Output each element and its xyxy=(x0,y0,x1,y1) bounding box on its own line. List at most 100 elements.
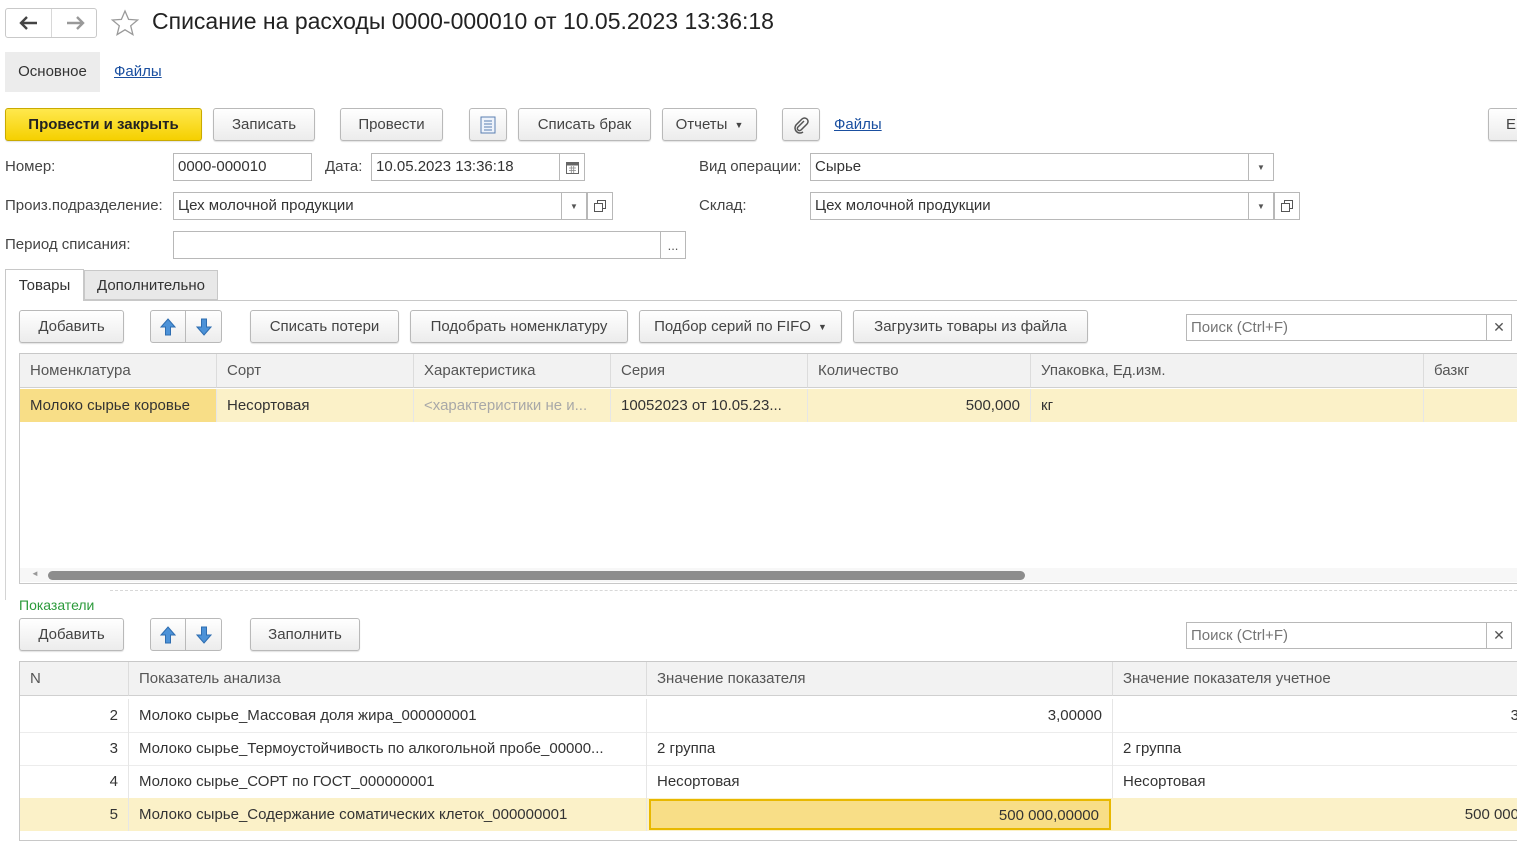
ind-cell-n[interactable]: 3 xyxy=(20,732,129,765)
indicators-search-clear-button[interactable]: ✕ xyxy=(1486,622,1512,649)
table-row[interactable]: 5 Молоко сырье_Содержание соматических к… xyxy=(20,798,1517,831)
ind-cell-n[interactable]: 5 xyxy=(20,798,129,831)
post-button[interactable]: Провести xyxy=(340,108,443,141)
warehouse-open-button[interactable] xyxy=(1274,192,1300,220)
ind-cell-value[interactable]: 2 группа xyxy=(647,732,1113,765)
goods-col-nomenclature[interactable]: Номенклатура xyxy=(20,354,217,388)
ind-cell-value-accounting[interactable]: 2 группа xyxy=(1113,732,1517,765)
ind-col-indicator[interactable]: Показатель анализа xyxy=(129,662,647,696)
operation-select[interactable]: Сырье xyxy=(810,153,1249,181)
goods-cell-unit[interactable]: кг xyxy=(1031,389,1424,422)
date-field[interactable]: 10.05.2023 13:36:18 xyxy=(371,153,560,181)
ind-cell-value[interactable]: 3,00000 xyxy=(647,699,1113,732)
warehouse-label: Склад: xyxy=(699,197,747,214)
tab-main[interactable]: Основное xyxy=(5,52,100,92)
indicators-search-input[interactable] xyxy=(1186,622,1487,649)
indicators-divider xyxy=(110,590,1517,591)
goods-cell-quantity[interactable]: 500,000 xyxy=(808,389,1031,422)
move-down-button[interactable] xyxy=(186,310,222,343)
write-off-losses-button[interactable]: Списать потери xyxy=(250,310,399,343)
ind-cell-indicator[interactable]: Молоко сырье_Содержание соматических кле… xyxy=(129,798,647,831)
ind-cell-value-accounting[interactable]: 3 xyxy=(1113,699,1517,732)
ind-cell-indicator[interactable]: Молоко сырье_СОРТ по ГОСТ_000000001 xyxy=(129,765,647,798)
table-row[interactable]: Молоко сырье коровье Несортовая <характе… xyxy=(20,389,1517,422)
arrow-up-icon xyxy=(160,625,176,643)
table-row[interactable]: 3 Молоко сырье_Термоустойчивость по алко… xyxy=(20,732,1517,766)
horizontal-scrollbar[interactable]: ◄ xyxy=(20,568,1517,582)
indicators-add-button[interactable]: Добавить xyxy=(19,618,124,651)
ind-cell-indicator[interactable]: Молоко сырье_Термоустойчивость по алкого… xyxy=(129,732,647,765)
reports-label: Отчеты xyxy=(675,116,728,133)
ind-col-value[interactable]: Значение показателя xyxy=(647,662,1113,696)
goods-col-unit[interactable]: Упаковка, Ед.изм. xyxy=(1031,354,1424,388)
tab-files[interactable]: Файлы xyxy=(114,63,162,80)
ind-col-value-accounting[interactable]: Значение показателя учетное xyxy=(1113,662,1517,696)
goods-add-button[interactable]: Добавить xyxy=(19,310,124,343)
favorite-star-icon[interactable] xyxy=(110,9,140,37)
scroll-left-icon[interactable]: ◄ xyxy=(31,569,39,578)
tab-goods[interactable]: Товары xyxy=(5,269,84,301)
goods-cell-characteristic[interactable]: <характеристики не и... xyxy=(414,389,611,422)
ind-cell-value-accounting[interactable]: 500 000 xyxy=(1113,798,1517,831)
chevron-down-icon: ▼ xyxy=(734,119,744,130)
warehouse-dropdown-button[interactable]: ▼ xyxy=(1248,192,1274,220)
goods-col-base-kg[interactable]: базкг xyxy=(1424,354,1517,388)
goods-search-input[interactable] xyxy=(1186,314,1487,341)
ind-cell-n[interactable]: 4 xyxy=(20,765,129,798)
move-up-button[interactable] xyxy=(150,310,186,343)
warehouse-field[interactable]: Цех молочной продукции xyxy=(810,192,1249,220)
table-row[interactable]: 4 Молоко сырье_СОРТ по ГОСТ_000000001 Не… xyxy=(20,765,1517,799)
scrollbar-thumb[interactable] xyxy=(48,571,1025,580)
dept-open-button[interactable] xyxy=(587,192,613,220)
list-button[interactable] xyxy=(469,108,507,141)
dept-dropdown-button[interactable]: ▼ xyxy=(561,192,587,220)
table-row[interactable]: 2 Молоко сырье_Массовая доля жира_000000… xyxy=(20,699,1517,733)
tab-extra[interactable]: Дополнительно xyxy=(84,270,218,300)
fifo-dropdown[interactable]: Подбор серий по FIFO ▼ xyxy=(639,310,842,343)
number-field[interactable]: 0000-000010 xyxy=(173,153,312,181)
save-button[interactable]: Записать xyxy=(213,108,315,141)
ind-cell-value[interactable]: 500 000,00000 xyxy=(649,799,1111,830)
goods-cell-nomenclature[interactable]: Молоко сырье коровье xyxy=(20,389,217,422)
indicators-move-up-button[interactable] xyxy=(150,618,186,651)
pick-nomenclature-button[interactable]: Подобрать номенклатуру xyxy=(410,310,628,343)
reports-dropdown[interactable]: Отчеты ▼ xyxy=(662,108,757,141)
ind-cell-value[interactable]: Несортовая xyxy=(647,765,1113,798)
forward-button[interactable] xyxy=(52,9,97,37)
files-link[interactable]: Файлы xyxy=(834,116,882,133)
indicators-move-down-button[interactable] xyxy=(186,618,222,651)
ind-col-n[interactable]: N xyxy=(20,662,129,696)
page-title: Списание на расходы 0000-000010 от 10.05… xyxy=(152,8,774,34)
goods-cell-base-kg[interactable] xyxy=(1424,389,1517,422)
list-icon xyxy=(480,116,496,133)
back-button[interactable] xyxy=(6,9,52,37)
more-button[interactable]: Е xyxy=(1488,108,1517,141)
goods-cell-series[interactable]: 10052023 от 10.05.23... xyxy=(611,389,808,422)
chevron-down-icon: ▼ xyxy=(570,201,578,211)
operation-label: Вид операции: xyxy=(699,158,802,175)
goods-col-quantity[interactable]: Количество xyxy=(808,354,1031,388)
calendar-button[interactable] xyxy=(559,153,585,181)
operation-dropdown-button[interactable]: ▼ xyxy=(1248,153,1274,181)
ind-cell-n[interactable]: 2 xyxy=(20,699,129,732)
goods-cell-grade[interactable]: Несортовая xyxy=(217,389,414,422)
attach-button[interactable] xyxy=(782,108,820,141)
ind-cell-value-accounting[interactable]: Несортовая xyxy=(1113,765,1517,798)
goods-table: Номенклатура Сорт Характеристика Серия К… xyxy=(19,353,1517,584)
content-tabs-line xyxy=(84,300,1517,301)
load-from-file-button[interactable]: Загрузить товары из файла xyxy=(853,310,1088,343)
fill-button[interactable]: Заполнить xyxy=(250,618,360,651)
write-off-defect-button[interactable]: Списать брак xyxy=(518,108,651,141)
goods-search-clear-button[interactable]: ✕ xyxy=(1486,314,1512,341)
ind-cell-indicator[interactable]: Молоко сырье_Массовая доля жира_00000000… xyxy=(129,699,647,732)
period-select-button[interactable]: ... xyxy=(660,231,686,259)
goods-col-grade[interactable]: Сорт xyxy=(217,354,414,388)
dept-field[interactable]: Цех молочной продукции xyxy=(173,192,562,220)
period-field[interactable] xyxy=(173,231,661,259)
arrow-right-icon xyxy=(66,16,85,30)
post-and-close-button[interactable]: Провести и закрыть xyxy=(5,108,202,141)
arrow-up-icon xyxy=(160,317,176,335)
arrow-left-icon xyxy=(18,16,37,30)
goods-col-series[interactable]: Серия xyxy=(611,354,808,388)
goods-col-characteristic[interactable]: Характеристика xyxy=(414,354,611,388)
